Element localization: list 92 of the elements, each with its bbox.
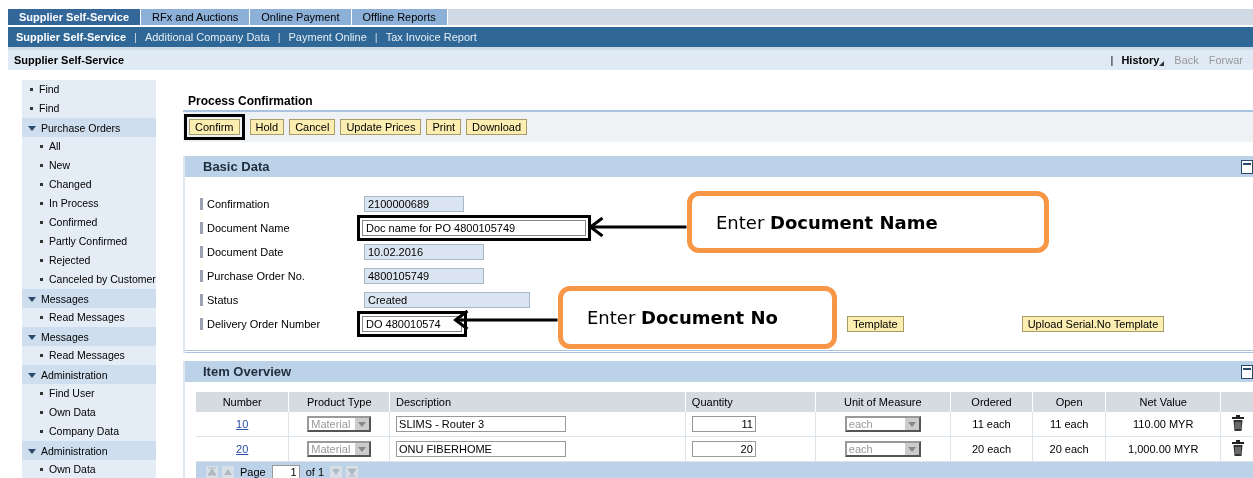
sidebar-item[interactable]: New — [22, 156, 156, 175]
dropdown-corner-icon[interactable] — [1159, 61, 1165, 66]
separator: | — [1110, 54, 1114, 66]
expand-triangle-icon[interactable] — [28, 123, 36, 132]
nav-link[interactable]: Payment Online — [288, 31, 367, 43]
top-tab[interactable]: Online Payment — [250, 9, 352, 25]
action-button[interactable]: Print — [426, 119, 462, 135]
page-label: Page — [240, 466, 266, 478]
sidebar-item[interactable]: Read Messages — [22, 308, 156, 327]
input-field[interactable]: 2100000689 — [364, 196, 464, 212]
collapse-icon[interactable] — [1241, 159, 1253, 174]
description-field[interactable]: SLIMS - Router 3 — [396, 416, 567, 432]
page-total: of 1 — [305, 466, 325, 478]
field-label: Delivery Order Number — [200, 318, 357, 330]
field-label: Document Date — [200, 246, 357, 258]
sidebar-item[interactable]: Read Messages — [22, 346, 156, 365]
section-title: Basic Data — [203, 159, 270, 174]
top-tab[interactable]: RFx and Auctions — [141, 9, 251, 25]
action-button[interactable]: Update Prices — [340, 119, 422, 135]
table-cell: 11 each — [972, 418, 1011, 430]
expand-triangle-icon[interactable] — [28, 332, 36, 341]
column-header: Open — [1032, 392, 1106, 412]
quantity-field[interactable]: 11 — [691, 416, 756, 432]
table-cell: 11 each — [1050, 418, 1089, 430]
sidebar-item[interactable]: Find User — [22, 384, 156, 403]
nav-link[interactable]: Tax Invoice Report — [385, 31, 477, 43]
trash-icon[interactable] — [1232, 415, 1245, 431]
column-header: Ordered — [950, 392, 1033, 412]
template-button[interactable]: Template — [847, 316, 904, 332]
history-link[interactable]: History — [1121, 54, 1165, 66]
sidebar-item[interactable]: All — [22, 137, 156, 156]
separator: | — [134, 31, 137, 43]
page-field[interactable]: 1 — [271, 464, 300, 478]
top-tab[interactable]: Supplier Self-Service — [8, 9, 142, 25]
column-header: Net Value — [1105, 392, 1221, 412]
input-field[interactable]: DO 480010574 — [362, 316, 462, 332]
sidebar-item[interactable]: Changed — [22, 175, 156, 194]
sidebar-item[interactable]: Rejected — [22, 251, 156, 270]
table-cell: 110.00 MYR — [1133, 418, 1194, 430]
separator: | — [277, 31, 281, 43]
sidebar-item[interactable]: Partly Confirmed — [22, 232, 156, 251]
action-button[interactable]: Confirm — [189, 119, 240, 135]
sidebar-item[interactable]: In Process — [22, 194, 156, 213]
expand-triangle-icon[interactable] — [28, 446, 36, 455]
column-header: Unit of Measure — [815, 392, 951, 412]
template-button[interactable]: Upload Serial.No Template — [1021, 316, 1165, 332]
callout-text: Enter Document No — [587, 307, 778, 328]
sidebar-group[interactable]: Messages — [22, 327, 156, 346]
sidebar-group[interactable]: Administration — [22, 365, 156, 384]
table-cell: 20 each — [971, 443, 1012, 455]
nav-link[interactable]: Supplier Self-Service — [16, 31, 127, 43]
column-header: Quantity — [685, 392, 816, 412]
sidebar-item[interactable]: Find — [22, 99, 156, 118]
action-button[interactable]: Download — [466, 119, 528, 135]
field-label: Confirmation — [200, 198, 357, 210]
sidebar-item[interactable]: Company Data — [22, 422, 156, 441]
input-field[interactable]: Created — [364, 292, 530, 308]
callout-text: Enter Document Name — [716, 211, 938, 233]
expand-triangle-icon[interactable] — [28, 294, 36, 303]
input-field[interactable]: 10.02.2016 — [364, 244, 484, 260]
sidebar-item[interactable]: Find — [22, 80, 156, 99]
action-button[interactable]: Cancel — [289, 119, 336, 135]
sidebar-group[interactable]: Administration — [22, 441, 156, 460]
input-field[interactable]: Doc name for PO 4800105749 — [362, 220, 586, 236]
input-field[interactable]: 4800105749 — [364, 268, 484, 284]
sidebar-item[interactable]: Own Data — [22, 460, 156, 478]
item-number-link[interactable]: 10 — [236, 418, 249, 430]
sidebar-item[interactable]: Canceled by Customer — [22, 270, 156, 289]
column-header: Number — [196, 392, 289, 412]
table-cell: 1,000.00 MYR — [1128, 443, 1199, 455]
sidebar-item[interactable]: Own Data — [22, 403, 156, 422]
page-title: Supplier Self-Service — [14, 54, 126, 66]
trash-icon[interactable] — [1232, 440, 1245, 456]
column-header: Product Type — [288, 392, 390, 412]
item-number-link[interactable]: 20 — [236, 443, 249, 455]
section-title: Item Overview — [203, 364, 292, 379]
collapse-icon[interactable] — [1241, 364, 1253, 379]
sidebar-group[interactable]: Messages — [22, 289, 156, 308]
description-field[interactable]: ONU FIBERHOME — [396, 441, 567, 457]
nav-link[interactable]: Additional Company Data — [144, 31, 270, 43]
sidebar-group[interactable]: Purchase Orders — [22, 118, 156, 137]
action-button[interactable]: Hold — [249, 119, 285, 135]
field-label: Purchase Order No. — [200, 270, 357, 282]
table-cell: 20 each — [1049, 443, 1089, 455]
expand-triangle-icon[interactable] — [28, 370, 36, 379]
quantity-field[interactable]: 20 — [691, 441, 756, 457]
field-label: Status — [200, 294, 357, 306]
column-header: Description — [389, 392, 686, 412]
separator: | — [374, 31, 378, 43]
field-label: Document Name — [200, 222, 357, 234]
sidebar-item[interactable]: Confirmed — [22, 213, 156, 232]
top-tab[interactable]: Offline Reports — [351, 9, 448, 25]
